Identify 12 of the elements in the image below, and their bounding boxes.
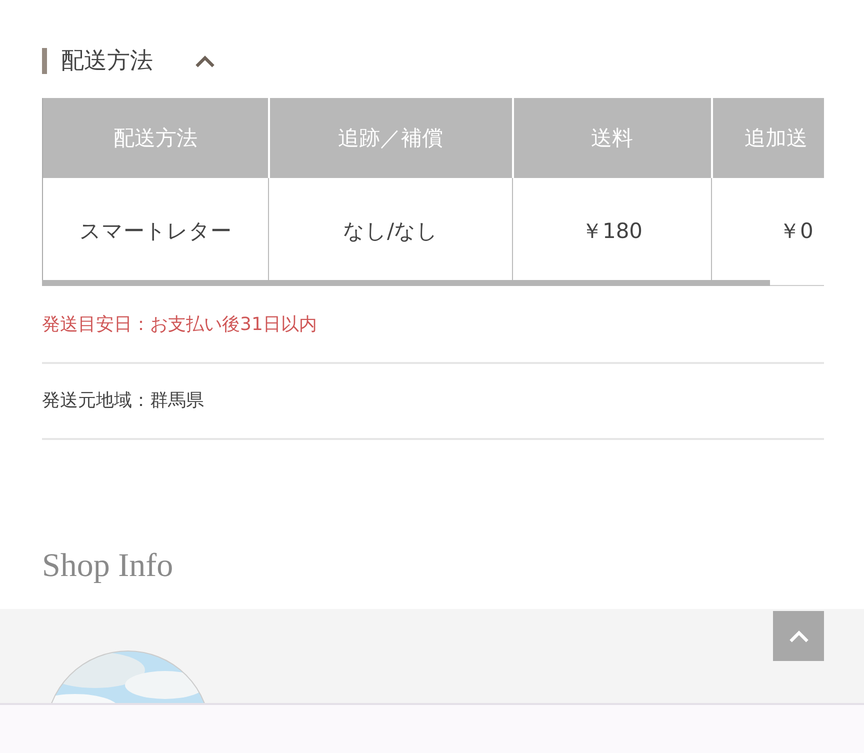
column-header: 配送方法	[42, 98, 268, 178]
back-to-top-button[interactable]	[773, 611, 824, 661]
chevron-up-icon	[194, 54, 216, 68]
origin-region: 発送元地域：群馬県	[42, 364, 824, 440]
scrollbar[interactable]	[42, 280, 770, 286]
column-header: 追加送	[712, 98, 824, 178]
section-title: 配送方法	[42, 48, 153, 74]
shipping-estimate: 発送目安日：お支払い後31日以内	[42, 288, 824, 364]
chevron-up-icon	[788, 628, 810, 644]
column-header: 追跡／補償	[268, 98, 512, 178]
column-header: 送料	[512, 98, 712, 178]
shop-info-heading: Shop Info	[42, 548, 174, 586]
